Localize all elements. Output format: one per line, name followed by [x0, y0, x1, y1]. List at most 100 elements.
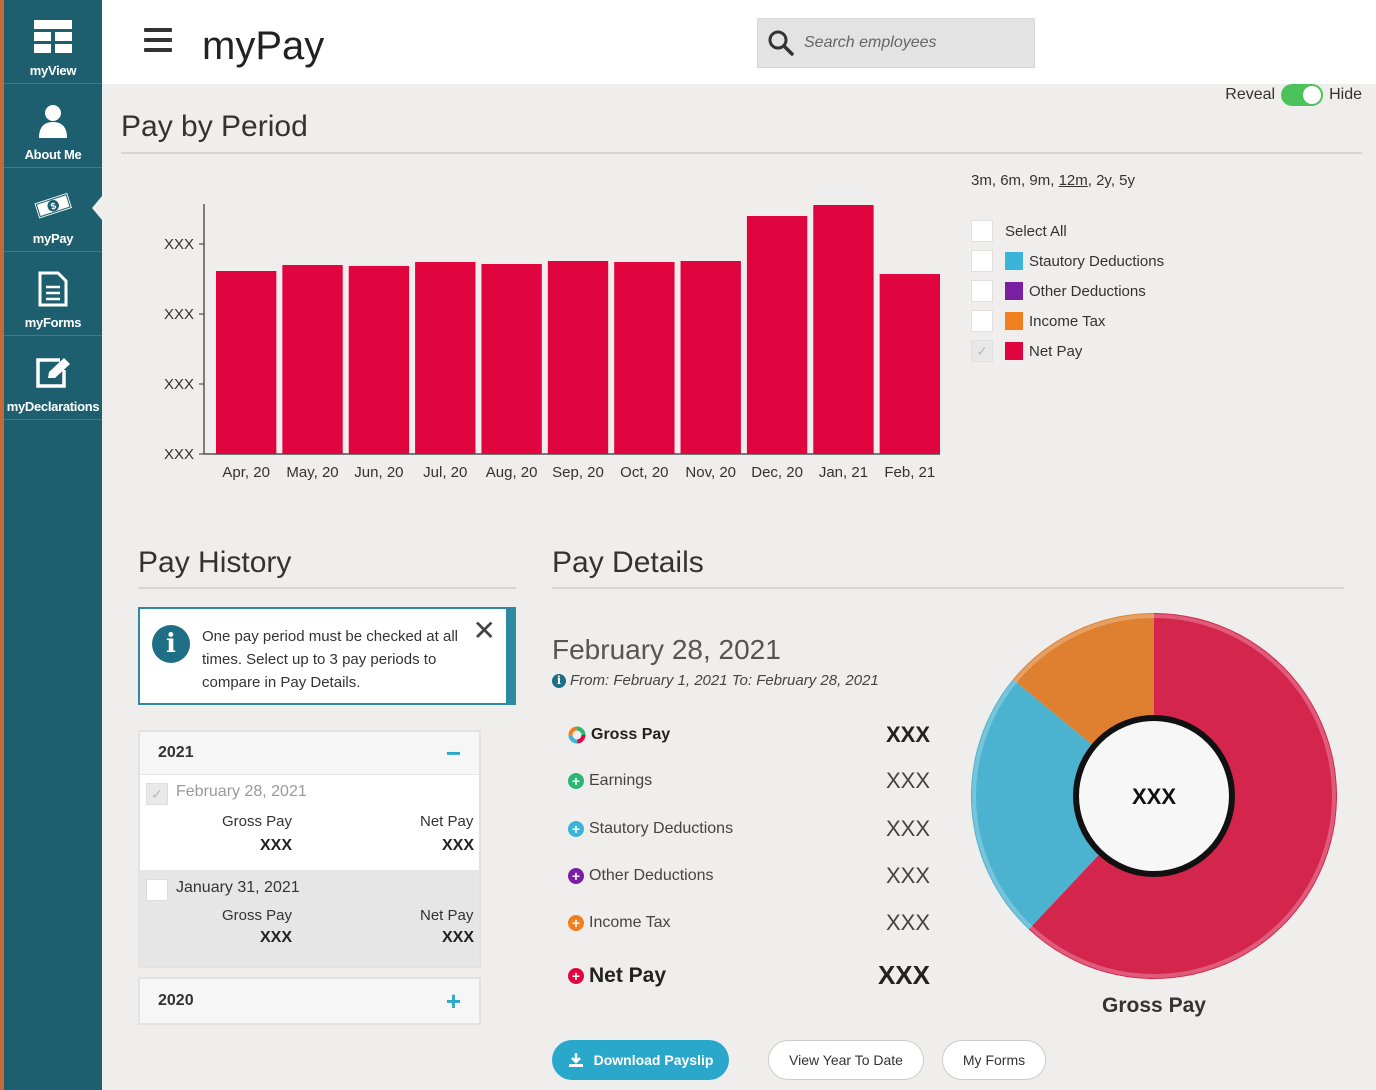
range-option-9m[interactable]: 9m — [1029, 172, 1050, 189]
legend-item[interactable]: Income Tax — [971, 306, 1164, 336]
gross-pay-label: Gross Pay — [222, 813, 293, 830]
sidebar-item-label: myDeclarations — [6, 399, 100, 414]
bar-oct-20[interactable] — [614, 262, 675, 454]
year-header[interactable]: 2020 + — [140, 979, 479, 1023]
donut-caption: Gross Pay — [1102, 994, 1206, 1017]
bar-apr-20[interactable] — [216, 271, 277, 454]
legend-checkbox[interactable]: ✓ — [971, 340, 993, 362]
bar-may-20[interactable] — [282, 265, 343, 454]
pay-history-title: Pay History — [138, 546, 292, 579]
sidebar-item-myview[interactable]: myView — [4, 0, 102, 84]
download-icon — [568, 1053, 583, 1067]
bar-feb-21[interactable] — [879, 274, 940, 454]
net-pay-row: + Net Pay XXX — [568, 960, 930, 991]
bar-jun-20[interactable] — [348, 266, 410, 454]
range-option-3m[interactable]: 3m — [971, 172, 992, 189]
year-panel-2020: 2020 + — [138, 977, 481, 1025]
year-header[interactable]: 2021 − — [140, 732, 479, 774]
search-box[interactable] — [757, 18, 1035, 68]
legend-item[interactable]: Select All — [971, 216, 1164, 246]
legend-label: Income Tax — [1029, 312, 1106, 330]
legend-swatch — [1005, 312, 1023, 330]
pay-by-period-title: Pay by Period — [121, 110, 308, 143]
bar-jan-21[interactable] — [813, 205, 874, 454]
hamburger-menu-icon[interactable] — [144, 28, 172, 52]
bar-dec-20[interactable] — [746, 216, 808, 454]
download-payslip-button[interactable]: Download Payslip — [552, 1040, 729, 1080]
legend-swatch — [1005, 252, 1023, 270]
plus-icon: + — [568, 967, 584, 984]
range-separator: , — [1050, 172, 1059, 189]
x-tick-label: Jan, 21 — [819, 464, 868, 481]
statutory-deductions-amount: XXX — [885, 816, 930, 841]
view-year-to-date-button[interactable]: View Year To Date — [768, 1040, 924, 1080]
row-label: Other Deductions — [589, 867, 714, 884]
my-forms-button[interactable]: My Forms — [942, 1040, 1046, 1080]
plus-icon: + — [568, 915, 584, 931]
gross-pay-row: Gross Pay XXX — [568, 722, 930, 748]
bar-aug-20[interactable] — [481, 264, 542, 454]
earnings-name: + Earnings — [568, 772, 652, 790]
other-deductions-amount: XXX — [885, 863, 930, 888]
range-option-6m[interactable]: 6m — [1000, 172, 1021, 189]
reveal-hide-toggle[interactable] — [1281, 84, 1324, 106]
x-tick-label: Feb, 21 — [884, 464, 935, 481]
income-tax-name: + Income Tax — [568, 914, 671, 932]
plus-icon: + — [568, 821, 584, 837]
gross-pay-name: Gross Pay — [568, 726, 670, 744]
pay-period-item[interactable]: January 31, 2021 Gross Pay XXX Net Pay X… — [140, 870, 479, 966]
info-alert: i One pay period must be checked at all … — [138, 607, 516, 705]
net-pay-label: Net Pay — [420, 813, 474, 830]
legend-checkbox[interactable] — [971, 250, 993, 272]
period-date: February 28, 2021 — [176, 783, 307, 800]
legend-item[interactable]: ✓ Net Pay — [971, 336, 1164, 366]
search-input[interactable] — [804, 34, 1024, 52]
year-panel-2021: 2021 − ✓ February 28, 2021 Gross Pay XXX… — [138, 730, 481, 968]
info-alert-text: One pay period must be checked at all ti… — [202, 628, 458, 691]
x-tick-label: Apr, 20 — [222, 464, 270, 481]
legend-item[interactable]: Stautory Deductions — [971, 246, 1164, 276]
sidebar-item-about-me[interactable]: About Me — [4, 84, 102, 168]
info-icon: i — [552, 673, 566, 688]
period-checkbox[interactable] — [146, 879, 168, 901]
range-separator: , — [1110, 172, 1120, 189]
pay-period-item[interactable]: ✓ February 28, 2021 Gross Pay XXX Net Pa… — [140, 774, 479, 870]
range-option-2y[interactable]: 2y — [1096, 172, 1111, 189]
sidebar: myView About Me $ myPay myForms myDeclar… — [0, 0, 102, 1090]
divider — [552, 587, 1344, 589]
row-label: Net Pay — [589, 963, 667, 987]
period-checkbox[interactable]: ✓ — [146, 783, 168, 805]
money-icon: $ — [33, 185, 73, 225]
statutory-deductions-name: + Stautory Deductions — [568, 820, 733, 838]
sidebar-item-mydeclarations[interactable]: myDeclarations — [4, 336, 102, 420]
sidebar-item-label: myForms — [24, 315, 82, 330]
collapse-icon[interactable]: − — [446, 738, 461, 769]
sidebar-item-mypay[interactable]: $ myPay — [4, 168, 102, 252]
bar-nov-20[interactable] — [680, 261, 741, 454]
app-header: myPay — [102, 0, 1376, 84]
expand-icon[interactable]: + — [446, 986, 461, 1017]
x-tick-label: Jun, 20 — [354, 464, 403, 481]
statutory-deductions-row: + Stautory Deductions XXX — [568, 816, 930, 842]
legend-checkbox[interactable] — [971, 220, 993, 242]
donut-center-label: XXX — [1132, 784, 1176, 809]
net-pay-value: XXX — [442, 837, 475, 854]
net-pay-amount: XXX — [877, 960, 930, 990]
legend-checkbox[interactable] — [971, 310, 993, 332]
bar-sep-20[interactable] — [547, 261, 609, 454]
x-tick-label: Dec, 20 — [751, 464, 803, 481]
close-icon[interactable]: ✕ — [473, 617, 496, 645]
pay-details-date: February 28, 2021 — [552, 634, 781, 665]
app-title: myPay — [202, 24, 325, 68]
legend-checkbox[interactable] — [971, 280, 993, 302]
bar-jul-20[interactable] — [415, 262, 476, 454]
gross-pay-label: Gross Pay — [222, 907, 293, 924]
multicolor-ring-icon — [568, 726, 586, 744]
range-option-12m[interactable]: 12m — [1059, 172, 1088, 189]
sidebar-item-myforms[interactable]: myForms — [4, 252, 102, 336]
legend-item[interactable]: Other Deductions — [971, 276, 1164, 306]
gross-pay-value: XXX — [260, 837, 293, 854]
row-label: Earnings — [589, 772, 653, 789]
range-option-5y[interactable]: 5y — [1119, 172, 1135, 189]
y-tick-label: XXX — [164, 376, 194, 393]
